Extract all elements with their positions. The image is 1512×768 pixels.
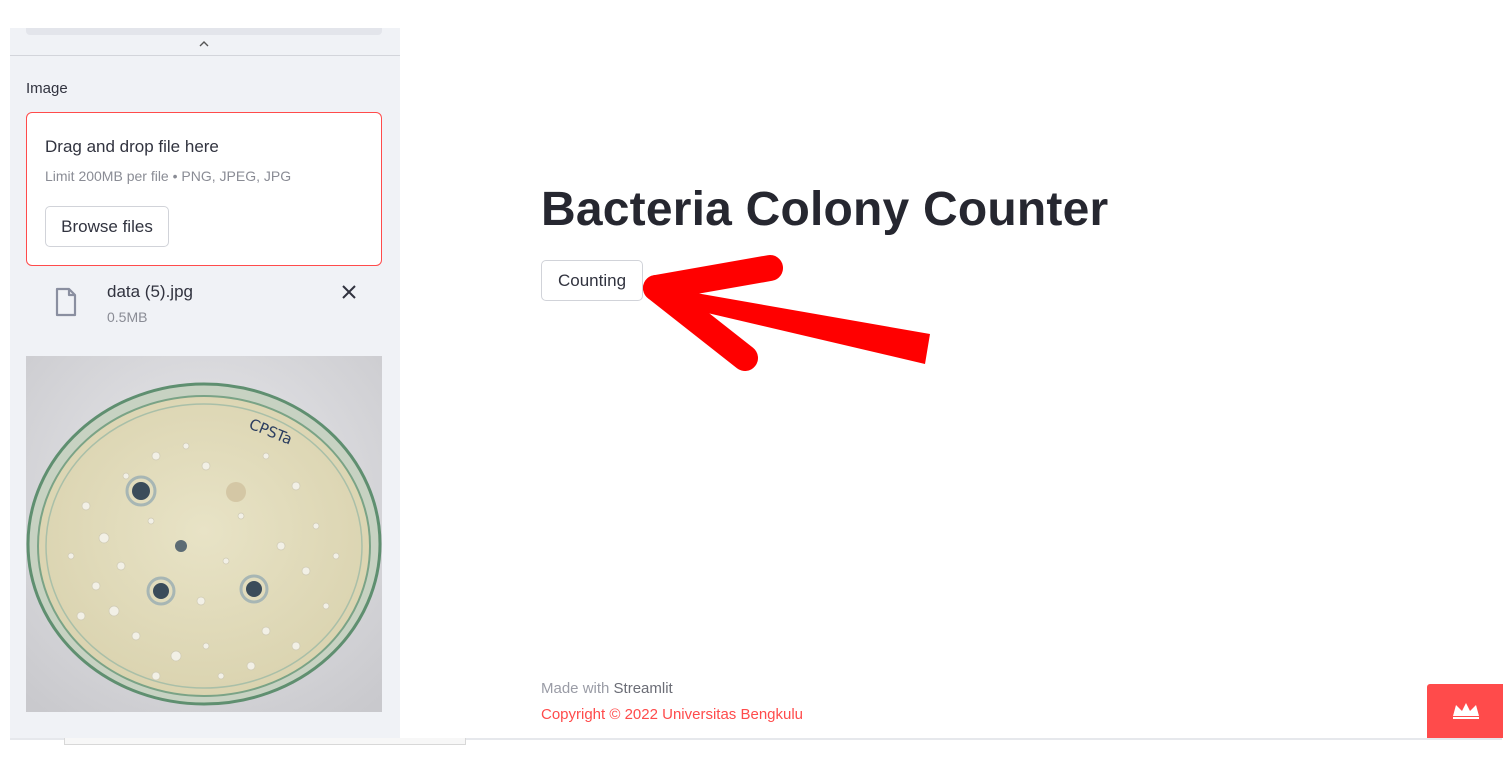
uploaded-file-row: data (5).jpg 0.5MB	[26, 280, 380, 330]
dropzone-title: Drag and drop file here	[45, 137, 219, 156]
file-icon	[54, 287, 78, 322]
file-size: 0.5MB	[107, 309, 148, 325]
browse-files-button[interactable]: Browse files	[45, 206, 169, 247]
sidebar-top-bar	[26, 28, 382, 35]
sidebar: Image Drag and drop file here Limit 200M…	[10, 28, 400, 738]
made-with-label: Made with	[541, 680, 614, 697]
sidebar-divider	[10, 55, 400, 56]
close-icon[interactable]	[341, 282, 357, 304]
streamlit-link[interactable]: Streamlit	[614, 680, 673, 697]
annotation-arrow-icon	[643, 255, 930, 371]
page-title: Bacteria Colony Counter	[541, 183, 1109, 236]
horizontal-scrollbar-thumb[interactable]	[64, 738, 466, 745]
streamlit-badge-button[interactable]	[1427, 684, 1503, 738]
crown-icon	[1453, 703, 1479, 719]
chevron-up-icon[interactable]	[196, 37, 212, 53]
dropzone-limit: Limit 200MB per file • PNG, JPEG, JPG	[45, 168, 292, 184]
file-dropzone[interactable]: Drag and drop file here Limit 200MB per …	[26, 112, 382, 266]
uploaded-image-preview: CPSTa	[26, 356, 382, 712]
uploader-label: Image	[26, 80, 68, 97]
counting-button[interactable]: Counting	[541, 260, 643, 301]
copyright-text: Copyright © 2022 Universitas Bengkulu	[541, 706, 804, 723]
file-name: data (5).jpg	[107, 282, 193, 301]
made-with-text: Made with Streamlit	[541, 680, 673, 697]
